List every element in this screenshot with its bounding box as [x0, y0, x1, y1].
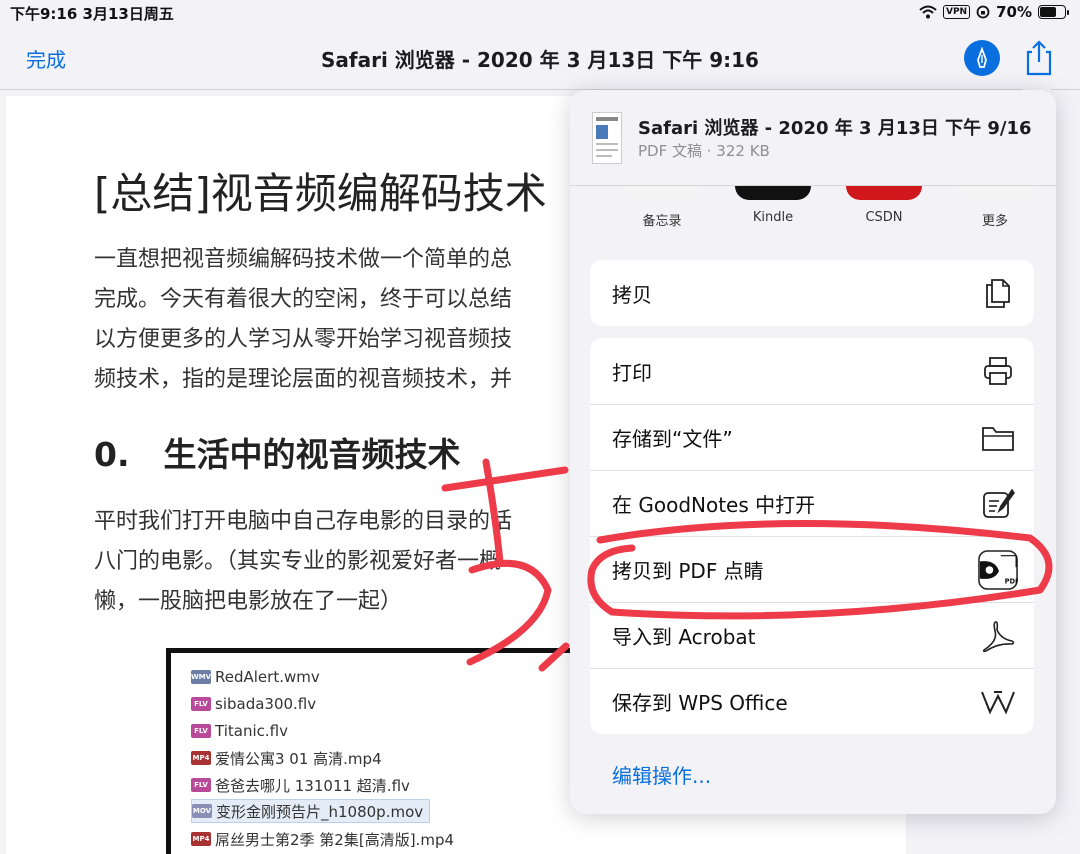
save-to-files-action[interactable]: 存储到“文件”: [590, 404, 1034, 470]
video-file-icon: MOV: [192, 804, 212, 818]
video-file-icon: MP4: [191, 832, 211, 846]
battery-percent: 70%: [996, 3, 1032, 21]
file-name: Titanic.flv: [215, 722, 288, 740]
status-indicators: VPN 70%: [919, 3, 1069, 21]
document-thumbnail: [592, 112, 622, 164]
open-in-goodnotes-action[interactable]: 在 GoodNotes 中打开: [590, 470, 1034, 536]
file-name: sibada300.flv: [215, 695, 317, 713]
action-label: 保存到 WPS Office: [612, 691, 788, 715]
copy-action[interactable]: 拷贝: [590, 260, 1034, 326]
share-button[interactable]: [1022, 38, 1056, 78]
video-file-icon: WMV: [191, 670, 211, 684]
battery-icon: [1038, 5, 1069, 19]
nav-bar: 完成 Safari 浏览器 - 2020 年 3 月13日 下午 9:16: [0, 24, 1080, 90]
print-icon: [978, 351, 1018, 391]
section-title: 生活中的视音频技术: [163, 435, 461, 474]
shared-document-info: PDF 文稿 · 322 KB: [638, 142, 770, 160]
goodnotes-icon: [978, 484, 1018, 524]
share-sheet-header: Safari 浏览器 - 2020 年 3 月13日 下午 9/16 PDF 文…: [570, 90, 1056, 186]
article-heading: [总结]视音频编解码技术: [94, 169, 547, 218]
app-notes[interactable]: 备忘录: [622, 186, 702, 229]
action-label: 导入到 Acrobat: [612, 625, 756, 649]
section-heading: 0. 生活中的视音频技术: [94, 428, 461, 476]
share-sheet: Safari 浏览器 - 2020 年 3 月13日 下午 9/16 PDF 文…: [570, 90, 1056, 814]
file-name: 屌丝男士第2季 第2集[高清版].mp4: [215, 830, 455, 849]
markup-pen-icon: [977, 47, 987, 68]
share-icon: [1026, 40, 1052, 76]
action-label: 在 GoodNotes 中打开: [612, 493, 816, 517]
wps-icon: [978, 682, 1018, 722]
kindle-app-icon: [735, 186, 811, 200]
save-to-wps-action[interactable]: 保存到 WPS Office: [590, 668, 1034, 734]
status-time: 下午9:16 3月13日周五: [10, 5, 174, 23]
pdf-expert-icon: PDF: [978, 549, 1018, 590]
file-item: FLV sibada300.flv: [191, 692, 316, 716]
action-label: 拷贝到 PDF 点睛: [612, 559, 764, 583]
app-label: 更多: [981, 214, 1008, 229]
app-label: 备忘录: [642, 214, 682, 229]
app-row: 备忘录 Kindle CSDN 更多: [570, 186, 1056, 236]
edit-actions-link[interactable]: 编辑操作...: [612, 760, 711, 789]
copy-icon: [978, 273, 1018, 313]
file-item-selected: MOV 变形金刚预告片_h1080p.mov: [191, 799, 431, 823]
file-name: 爱情公寓3 01 高清.mp4: [215, 749, 382, 768]
actions-group: 打印 存储到“文件” 在 GoodNotes 中打开 拷贝到 PDF 点睛 PD…: [590, 338, 1034, 734]
csdn-app-icon: [846, 186, 922, 200]
document-title: Safari 浏览器 - 2020 年 3 月13日 下午 9:16: [321, 48, 759, 72]
action-label: 拷贝: [612, 282, 652, 307]
markup-button[interactable]: [964, 40, 1000, 76]
shared-document-title: Safari 浏览器 - 2020 年 3 月13日 下午 9/16: [638, 118, 1032, 139]
acrobat-icon: [978, 616, 1018, 656]
app-label: Kindle: [752, 210, 794, 225]
import-to-acrobat-action[interactable]: 导入到 Acrobat: [590, 602, 1034, 668]
video-file-icon: MP4: [191, 751, 211, 765]
action-label: 存储到“文件”: [612, 427, 733, 451]
app-kindle[interactable]: Kindle: [733, 186, 813, 225]
file-item: MP4 屌丝男士第2季 第2集[高清版].mp4: [191, 827, 454, 851]
file-name: 爸爸去哪儿 131011 超清.flv: [215, 776, 410, 795]
app-csdn[interactable]: CSDN: [844, 186, 924, 225]
video-file-icon: FLV: [191, 724, 211, 738]
wifi-icon: [919, 5, 937, 19]
print-action[interactable]: 打印: [590, 338, 1034, 404]
copy-to-pdf-expert-action[interactable]: 拷贝到 PDF 点睛 PDF: [590, 536, 1034, 602]
rotation-lock-icon: [976, 5, 990, 19]
file-name: RedAlert.wmv: [215, 668, 320, 686]
video-file-icon: FLV: [191, 778, 211, 792]
file-item: FLV 爸爸去哪儿 131011 超清.flv: [191, 773, 410, 797]
file-name: 变形金刚预告片_h1080p.mov: [216, 802, 424, 821]
action-label: 打印: [612, 360, 652, 385]
vpn-badge: VPN: [943, 5, 971, 19]
more-icon: [957, 186, 1033, 200]
file-item: MP4 爱情公寓3 01 高清.mp4: [191, 746, 382, 770]
video-file-icon: FLV: [191, 697, 211, 711]
section-number: 0.: [94, 435, 130, 474]
notes-app-icon: [624, 186, 700, 200]
status-bar: 下午9:16 3月13日周五 VPN 70%: [0, 0, 1080, 24]
file-item: WMV RedAlert.wmv: [191, 665, 320, 689]
copy-group: 拷贝: [590, 260, 1034, 326]
svg-text:PDF: PDF: [1005, 577, 1018, 585]
app-more[interactable]: 更多: [955, 186, 1035, 229]
app-label: CSDN: [865, 210, 903, 225]
folder-icon: [978, 418, 1018, 458]
file-item: FLV Titanic.flv: [191, 719, 288, 743]
